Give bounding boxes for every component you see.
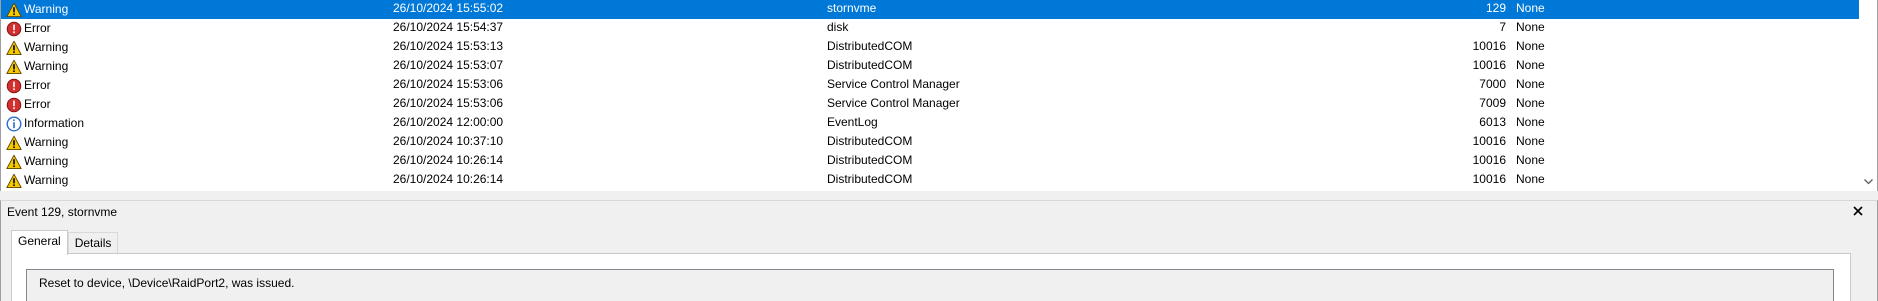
event-id-cell: 129 [1485, 1, 1506, 15]
source-cell: disk [827, 20, 849, 34]
table-row[interactable]: Warning 26/10/2024 10:26:14 DistributedCOM… [1, 152, 1859, 171]
warning-icon [6, 135, 22, 151]
date-cell: 26/10/2024 15:53:06 [393, 96, 504, 110]
table-row[interactable]: Warning 26/10/2024 10:26:14 DistributedCOM… [1, 171, 1859, 190]
event-message: Reset to device, \Device\RaidPort2, was … [39, 276, 295, 290]
detail-title: Event 129, stornvme [7, 205, 118, 219]
source-cell: DistributedCOM [827, 39, 913, 53]
task-category-cell: None [1516, 39, 1545, 53]
date-cell: 26/10/2024 15:53:07 [393, 58, 504, 72]
level-label: Error [24, 97, 51, 111]
task-category-cell: None [1516, 20, 1545, 34]
level-label: Information [24, 116, 85, 130]
task-category-cell: None [1516, 134, 1545, 148]
event-id-cell: 7009 [1479, 96, 1506, 110]
date-cell: 26/10/2024 12:00:00 [393, 115, 504, 129]
event-id-cell: 7 [1499, 20, 1506, 34]
event-rows: Warning 26/10/2024 15:55:02 stornvme 129 Non… [1, 0, 1859, 190]
level-cell: Error [6, 95, 386, 114]
error-icon [6, 97, 22, 113]
date-cell: 26/10/2024 10:26:14 [393, 153, 504, 167]
task-category-cell: None [1516, 153, 1545, 167]
level-label: Warning [24, 2, 69, 16]
date-cell: 26/10/2024 10:37:10 [393, 134, 504, 148]
source-cell: Service Control Manager [827, 77, 960, 91]
detail-tabs: General Details [11, 230, 119, 255]
table-row[interactable]: Error 26/10/2024 15:53:06 Service Control … [1, 76, 1859, 95]
warning-icon [6, 2, 22, 18]
level-cell: Error [6, 19, 386, 38]
warning-icon [6, 154, 22, 170]
source-cell: DistributedCOM [827, 134, 913, 148]
level-cell: Information [6, 114, 386, 133]
level-cell: Warning [6, 152, 386, 171]
table-row[interactable]: Warning 26/10/2024 15:55:02 stornvme 129 Non… [1, 0, 1859, 19]
warning-icon [6, 40, 22, 56]
task-category-cell: None [1516, 77, 1545, 91]
task-category-cell: None [1516, 58, 1545, 72]
source-cell: DistributedCOM [827, 172, 913, 186]
date-cell: 26/10/2024 15:55:02 [393, 1, 504, 15]
error-icon [6, 21, 22, 37]
close-icon[interactable] [1851, 204, 1865, 218]
table-row[interactable]: Warning 26/10/2024 10:37:10 DistributedCOM… [1, 133, 1859, 152]
task-category-cell: None [1516, 172, 1545, 186]
pane-splitter[interactable] [0, 191, 1878, 200]
level-label: Warning [24, 59, 69, 73]
level-cell: Warning [6, 57, 386, 76]
tab-general[interactable]: General [11, 230, 68, 255]
event-viewer: Warning 26/10/2024 15:55:02 stornvme 129 Non… [0, 0, 1878, 301]
general-tab-panel: Reset to device, \Device\RaidPort2, was … [11, 253, 1851, 301]
table-row[interactable]: Information 26/10/2024 12:00:00 EventLog 60… [1, 114, 1859, 133]
level-label: Error [24, 21, 51, 35]
level-label: Warning [24, 40, 69, 54]
tab-details[interactable]: Details [67, 232, 119, 254]
information-icon [6, 115, 22, 132]
task-category-cell: None [1516, 1, 1545, 15]
level-label: Warning [24, 135, 69, 149]
event-message-box[interactable]: Reset to device, \Device\RaidPort2, was … [26, 269, 1834, 301]
date-cell: 26/10/2024 15:54:37 [393, 20, 504, 34]
date-cell: 26/10/2024 15:53:06 [393, 77, 504, 91]
source-cell: stornvme [827, 1, 877, 15]
table-row[interactable]: Warning 26/10/2024 15:53:07 DistributedCOM… [1, 57, 1859, 76]
level-cell: Error [6, 76, 386, 95]
table-row[interactable]: Error 26/10/2024 15:54:37 disk 7 None [1, 19, 1859, 38]
level-label: Error [24, 78, 51, 92]
error-icon [6, 78, 22, 94]
event-id-cell: 10016 [1472, 58, 1506, 72]
level-label: Warning [24, 173, 69, 187]
event-id-cell: 10016 [1472, 172, 1506, 186]
level-label: Warning [24, 154, 69, 168]
event-detail-pane: Event 129, stornvme General Details Rese… [0, 200, 1878, 301]
event-id-cell: 7000 [1479, 77, 1506, 91]
scroll-down-icon[interactable] [1860, 175, 1877, 189]
source-cell: DistributedCOM [827, 58, 913, 72]
level-cell: Warning [6, 38, 386, 57]
table-row[interactable]: Warning 26/10/2024 15:53:13 DistributedCOM… [1, 38, 1859, 57]
source-cell: DistributedCOM [827, 153, 913, 167]
source-cell: EventLog [827, 115, 878, 129]
vertical-scrollbar[interactable] [1860, 0, 1877, 191]
level-cell: Warning [6, 0, 386, 19]
event-id-cell: 10016 [1472, 39, 1506, 53]
level-cell: Warning [6, 171, 386, 190]
level-cell: Warning [6, 133, 386, 152]
task-category-cell: None [1516, 96, 1545, 110]
source-cell: Service Control Manager [827, 96, 960, 110]
event-id-cell: 10016 [1472, 134, 1506, 148]
warning-icon [6, 59, 22, 75]
warning-icon [6, 173, 22, 189]
event-id-cell: 10016 [1472, 153, 1506, 167]
date-cell: 26/10/2024 15:53:13 [393, 39, 504, 53]
date-cell: 26/10/2024 10:26:14 [393, 172, 504, 186]
task-category-cell: None [1516, 115, 1545, 129]
table-row[interactable]: Error 26/10/2024 15:53:06 Service Control … [1, 95, 1859, 114]
event-id-cell: 6013 [1479, 115, 1506, 129]
event-list[interactable]: Warning 26/10/2024 15:55:02 stornvme 129 Non… [0, 0, 1878, 192]
